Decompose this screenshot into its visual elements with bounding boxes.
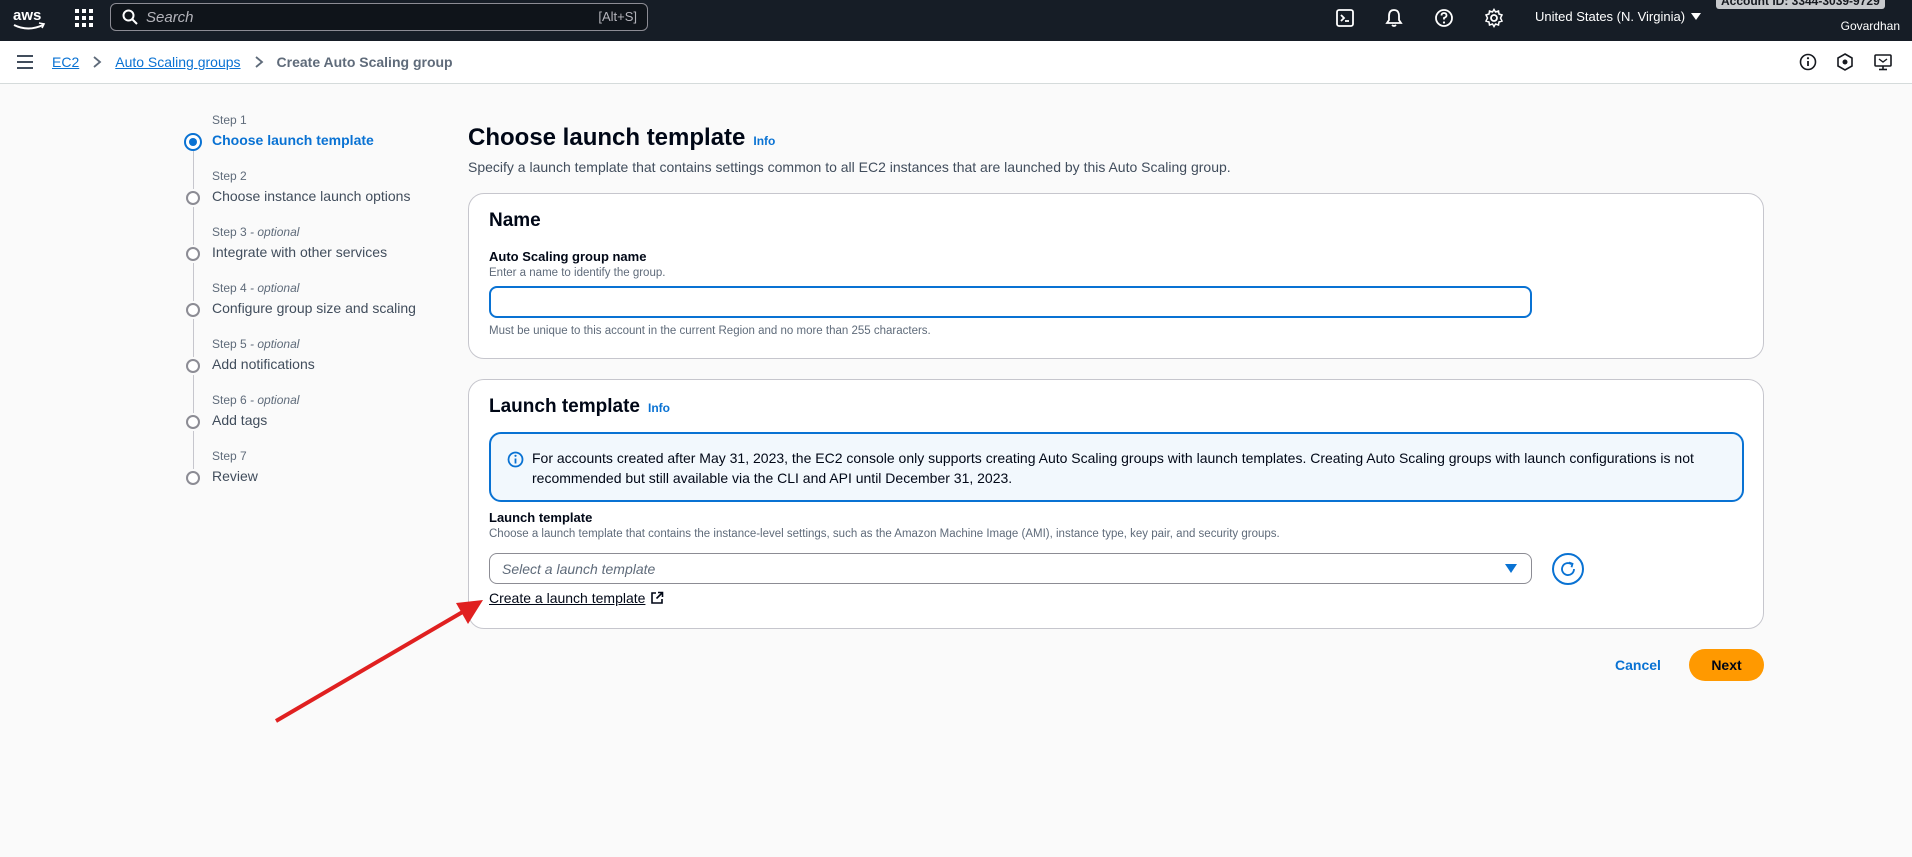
- svg-text:aws: aws: [13, 7, 41, 24]
- security-hub-icon[interactable]: [1836, 53, 1854, 71]
- chevron-right-icon: [254, 56, 263, 68]
- step-3[interactable]: Step 3 - optional Integrate with other s…: [184, 225, 444, 301]
- step-status-icon: [186, 415, 200, 429]
- create-launch-template-link[interactable]: Create a launch template: [489, 590, 664, 606]
- feedback-icon[interactable]: [1874, 53, 1892, 71]
- cloudshell-icon[interactable]: [1335, 8, 1355, 28]
- info-link[interactable]: Info: [648, 401, 670, 415]
- step-status-icon: [186, 303, 200, 317]
- step-6[interactable]: Step 6 - optional Add tags: [184, 393, 444, 469]
- alert-message: For accounts created after May 31, 2023,…: [532, 450, 1694, 486]
- breadcrumb: EC2 Auto Scaling groups Create Auto Scal…: [52, 54, 453, 70]
- search-shortcut-hint: [Alt+S]: [598, 9, 637, 24]
- create-launch-template-text: Create a launch template: [489, 590, 646, 606]
- help-icon[interactable]: [1434, 8, 1454, 28]
- caret-down-icon: [1505, 564, 1517, 573]
- breadcrumb-auto-scaling-groups[interactable]: Auto Scaling groups: [115, 54, 240, 70]
- asg-name-description: Enter a name to identify the group.: [489, 267, 666, 279]
- step-4[interactable]: Step 4 - optional Configure group size a…: [184, 281, 444, 357]
- search-icon: [122, 9, 138, 25]
- apps-grid-icon[interactable]: [74, 8, 94, 28]
- step-status-icon: [186, 471, 200, 485]
- annotation-arrow-icon: [274, 600, 483, 723]
- step-status-icon: [186, 247, 200, 261]
- top-navigation: aws [Alt+S] United States (N.: [0, 0, 1912, 41]
- cancel-button[interactable]: Cancel: [1615, 657, 1661, 673]
- step-2[interactable]: Step 2 Choose instance launch options: [184, 169, 444, 245]
- launch-template-label: Launch template: [489, 510, 593, 525]
- name-panel: Name Auto Scaling group name Enter a nam…: [468, 193, 1764, 359]
- region-label: United States (N. Virginia): [1535, 9, 1686, 24]
- refresh-icon: [1561, 561, 1575, 576]
- info-circle-icon: [507, 451, 524, 468]
- step-status-icon: [186, 359, 200, 373]
- launch-template-heading: Launch template Info: [489, 396, 670, 418]
- global-search[interactable]: [Alt+S]: [110, 3, 648, 31]
- info-panel-icon[interactable]: [1799, 53, 1817, 71]
- launch-template-select[interactable]: Select a launch template: [489, 553, 1532, 584]
- step-number: Step 5 - optional: [212, 337, 300, 351]
- step-number: Step 2: [212, 169, 247, 183]
- caret-down-icon: [1691, 12, 1702, 20]
- page-title: Choose launch template Info: [468, 124, 775, 152]
- step-5[interactable]: Step 5 - optional Add notifications: [184, 337, 444, 413]
- step-number: Step 3 - optional: [212, 225, 300, 239]
- username-label[interactable]: Govardhan: [1841, 19, 1900, 33]
- step-title: Add notifications: [212, 356, 315, 372]
- step-number: Step 4 - optional: [212, 281, 300, 295]
- step-7[interactable]: Step 7 Review: [184, 449, 444, 505]
- launch-template-description: Choose a launch template that contains t…: [489, 528, 1280, 540]
- asg-name-constraint: Must be unique to this account in the cu…: [489, 325, 931, 337]
- select-placeholder: Select a launch template: [502, 561, 656, 577]
- step-number: Step 1: [212, 113, 247, 127]
- wizard-steps: Step 1 Choose launch template Step 2 Cho…: [184, 113, 444, 505]
- asg-name-input[interactable]: [489, 286, 1532, 318]
- step-title: Choose instance launch options: [212, 188, 411, 204]
- bell-icon[interactable]: [1384, 8, 1404, 28]
- page-title-text: Choose launch template: [468, 124, 746, 151]
- step-title: Configure group size and scaling: [212, 300, 416, 316]
- external-link-icon: [651, 591, 664, 604]
- breadcrumb-current: Create Auto Scaling group: [276, 54, 453, 70]
- chevron-right-icon: [93, 56, 102, 68]
- refresh-button[interactable]: [1552, 553, 1584, 585]
- region-selector[interactable]: United States (N. Virginia): [1535, 9, 1702, 24]
- search-input[interactable]: [146, 8, 546, 26]
- step-status-icon: [186, 191, 200, 205]
- hamburger-menu-icon[interactable]: [16, 54, 34, 70]
- step-title: Integrate with other services: [212, 244, 388, 260]
- settings-gear-icon[interactable]: [1484, 8, 1504, 28]
- name-panel-heading: Name: [489, 210, 541, 231]
- step-title: Review: [212, 468, 258, 484]
- account-id-badge[interactable]: Account ID: 3344-3039-9729: [1716, 0, 1885, 9]
- launch-template-heading-text: Launch template: [489, 396, 640, 417]
- breadcrumb-bar: EC2 Auto Scaling groups Create Auto Scal…: [0, 41, 1912, 84]
- step-title: Add tags: [212, 412, 268, 428]
- page-description: Specify a launch template that contains …: [468, 159, 1231, 175]
- info-alert: For accounts created after May 31, 2023,…: [489, 432, 1744, 502]
- breadcrumb-ec2[interactable]: EC2: [52, 54, 79, 70]
- step-number: Step 7: [212, 449, 247, 463]
- next-button[interactable]: Next: [1689, 649, 1764, 681]
- asg-name-label: Auto Scaling group name: [489, 249, 647, 264]
- aws-logo-icon[interactable]: aws: [12, 5, 46, 35]
- step-title: Choose launch template: [212, 132, 374, 148]
- step-status-icon: [184, 133, 202, 151]
- step-1[interactable]: Step 1 Choose launch template: [184, 113, 444, 189]
- launch-template-panel: Launch template Info For accounts create…: [468, 379, 1764, 629]
- info-link[interactable]: Info: [753, 134, 775, 148]
- step-number: Step 6 - optional: [212, 393, 300, 407]
